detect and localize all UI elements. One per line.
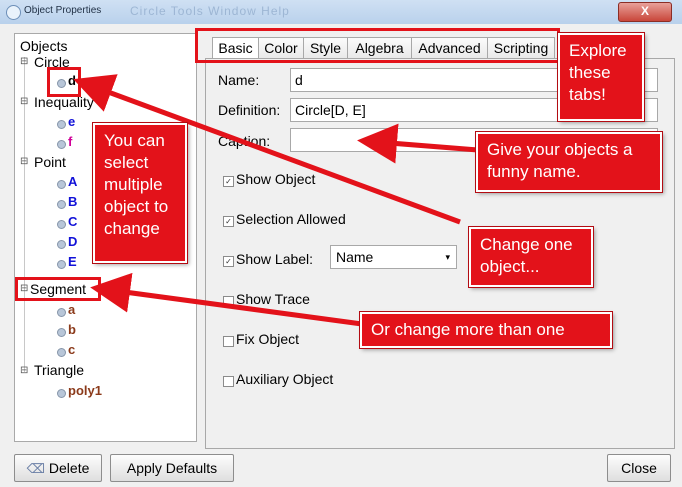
callout-text: object to xyxy=(104,197,169,216)
arrow-change-more xyxy=(90,272,363,327)
callout-text: You can xyxy=(104,131,165,150)
callout-funny-name: Give your objects a funny name. xyxy=(476,132,662,192)
callout-change-one: Change one object... xyxy=(469,227,593,287)
callout-text: tabs! xyxy=(569,85,606,104)
callout-text: Change one xyxy=(480,235,573,254)
callout-text: object... xyxy=(480,257,540,276)
callout-text: funny name. xyxy=(487,162,581,181)
callout-select-multiple: You can select multiple object to change xyxy=(93,123,187,263)
callout-change-more: Or change more than one xyxy=(360,312,612,348)
callout-text: Or change more than one xyxy=(371,320,565,339)
callout-explore-tabs: Explore these tabs! xyxy=(558,33,644,121)
callout-text: Give your objects a xyxy=(487,140,633,159)
callout-text: multiple xyxy=(104,175,163,194)
callout-text: Explore xyxy=(569,41,627,60)
arrow-funny-name xyxy=(357,123,479,164)
callout-text: select xyxy=(104,153,149,172)
callout-text: these xyxy=(569,63,611,82)
callout-text: change xyxy=(104,219,160,238)
